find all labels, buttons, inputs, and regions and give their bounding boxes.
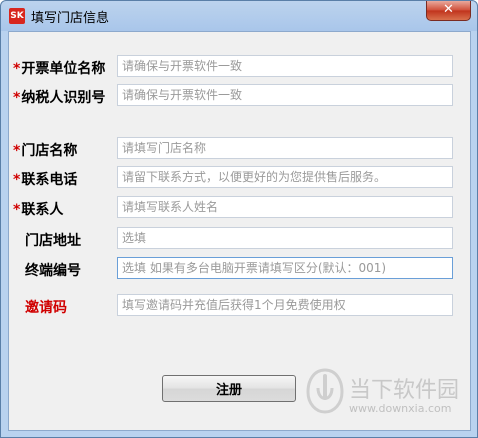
watermark-text: 当下软件园 [349,378,460,403]
address-input[interactable] [117,227,453,249]
invoice-unit-input[interactable] [117,55,453,77]
row-address: 门店地址 [9,227,470,251]
address-label: 门店地址 [25,233,81,249]
row-invoice-unit: *开票单位名称 [9,55,470,79]
watermark-logo-icon [306,368,344,414]
required-mark: * [13,202,21,218]
dialog-window: SK 填写门店信息 ✕ *开票单位名称 *纳税人识别号 *门店名称 *联系电话 … [0,0,478,438]
required-mark: * [13,61,21,77]
row-terminal-id: 终端编号 [9,257,470,281]
required-mark: * [13,90,21,106]
store-name-label: *门店名称 [13,143,78,159]
required-mark: * [13,172,21,188]
contact-label: *联系人 [13,202,64,218]
phone-input[interactable] [117,166,453,188]
register-button[interactable]: 注册 [162,375,296,402]
title-bar: SK 填写门店信息 ✕ [1,1,477,31]
invite-code-label: 邀请码 [25,300,67,316]
row-phone: *联系电话 [9,166,470,190]
contact-input[interactable] [117,196,453,218]
terminal-id-input[interactable] [117,257,453,279]
row-store-name: *门店名称 [9,137,470,161]
form-panel: *开票单位名称 *纳税人识别号 *门店名称 *联系电话 *联系人 门店地址 终端… [8,31,471,431]
tax-id-label: *纳税人识别号 [13,90,106,106]
invoice-unit-label: *开票单位名称 [13,61,106,77]
row-tax-id: *纳税人识别号 [9,84,470,108]
store-name-input[interactable] [117,137,453,159]
watermark-url: www.downxia.com [349,402,452,415]
phone-label: *联系电话 [13,172,78,188]
window-title: 填写门店信息 [31,11,110,26]
invite-code-input[interactable] [117,294,453,316]
close-button[interactable]: ✕ [426,1,471,21]
row-contact: *联系人 [9,196,470,220]
app-icon: SK [9,8,25,24]
row-invite-code: 邀请码 [9,294,470,318]
tax-id-input[interactable] [117,84,453,106]
required-mark: * [13,143,21,159]
terminal-id-label: 终端编号 [25,263,81,279]
